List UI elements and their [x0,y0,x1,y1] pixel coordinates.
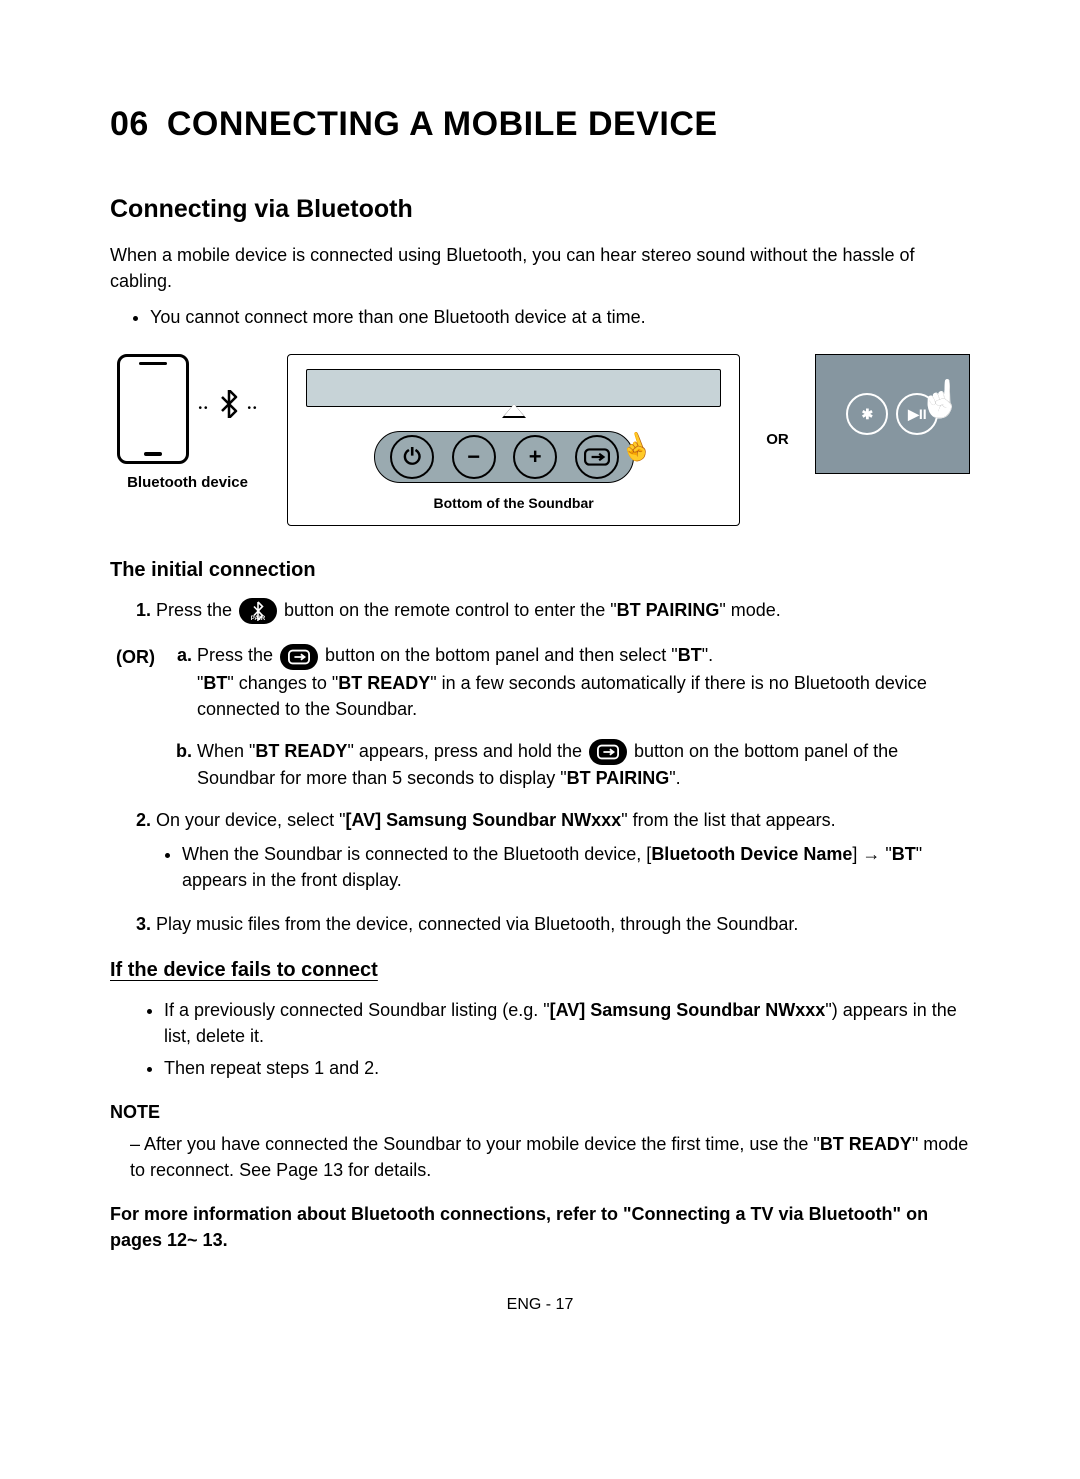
figure-or-label: OR [766,429,789,451]
step-1a: Press the button on the bottom panel and… [197,642,970,721]
section-heading: Connecting via Bluetooth [110,191,970,227]
fail-bullet-1: If a previously connected Soundbar listi… [164,997,970,1049]
chapter-title: 06 CONNECTING A MOBILE DEVICE [110,100,970,149]
touch-pair-icon: ✱ [846,393,888,435]
source-button-icon [575,435,619,479]
fail-heading: If the device fails to connect [110,956,970,985]
intro-bullet: You cannot connect more than one Bluetoo… [150,304,970,330]
figure-panel-label: Bottom of the Soundbar [434,493,594,513]
step-1: Press the PAIR button on the remote cont… [156,597,970,624]
chapter-title-text: CONNECTING A MOBILE DEVICE [167,105,718,143]
signal-dots-left-icon: •• [199,402,210,417]
signal-dots-right-icon: •• [248,402,259,417]
connection-figure: •• •• Bluetooth device ⏻ − + ☝ Bottom of… [110,354,970,526]
step-1b: When "BT READY" appears, press and hold … [197,738,970,791]
note-heading: NOTE [110,1099,970,1125]
volume-up-button-icon: + [513,435,557,479]
step-3: Play music files from the device, connec… [156,911,970,937]
phone-icon [117,354,189,464]
note-item: After you have connected the Soundbar to… [130,1131,970,1183]
hand-touch-icon: ☝ [918,373,963,425]
step-2: On your device, select "[AV] Samsung Sou… [156,807,970,893]
touch-panel-icon: ✱ ▶II ☝ [815,354,970,474]
power-button-icon: ⏻ [390,435,434,479]
bluetooth-icon [220,389,238,430]
remote-pair-button-icon: PAIR [239,598,277,624]
intro-paragraph: When a mobile device is connected using … [110,242,970,294]
fail-bullet-2: Then repeat steps 1 and 2. [164,1055,970,1081]
soundbar-panel-icon: ⏻ − + [374,431,634,483]
volume-down-button-icon: − [452,435,496,479]
figure-device-label: Bluetooth device [127,472,248,494]
panel-source-button-icon-2 [589,739,627,765]
panel-source-button-icon [280,644,318,670]
soundbar-top-icon [306,369,721,407]
reference-paragraph: For more information about Bluetooth con… [110,1201,970,1253]
step-2-sub: When the Soundbar is connected to the Bl… [182,841,970,893]
initial-connection-heading: The initial connection [110,556,970,585]
page-footer: ENG - 17 [110,1293,970,1316]
chapter-number: 06 [110,105,149,143]
or-label: (OR) [116,642,155,670]
